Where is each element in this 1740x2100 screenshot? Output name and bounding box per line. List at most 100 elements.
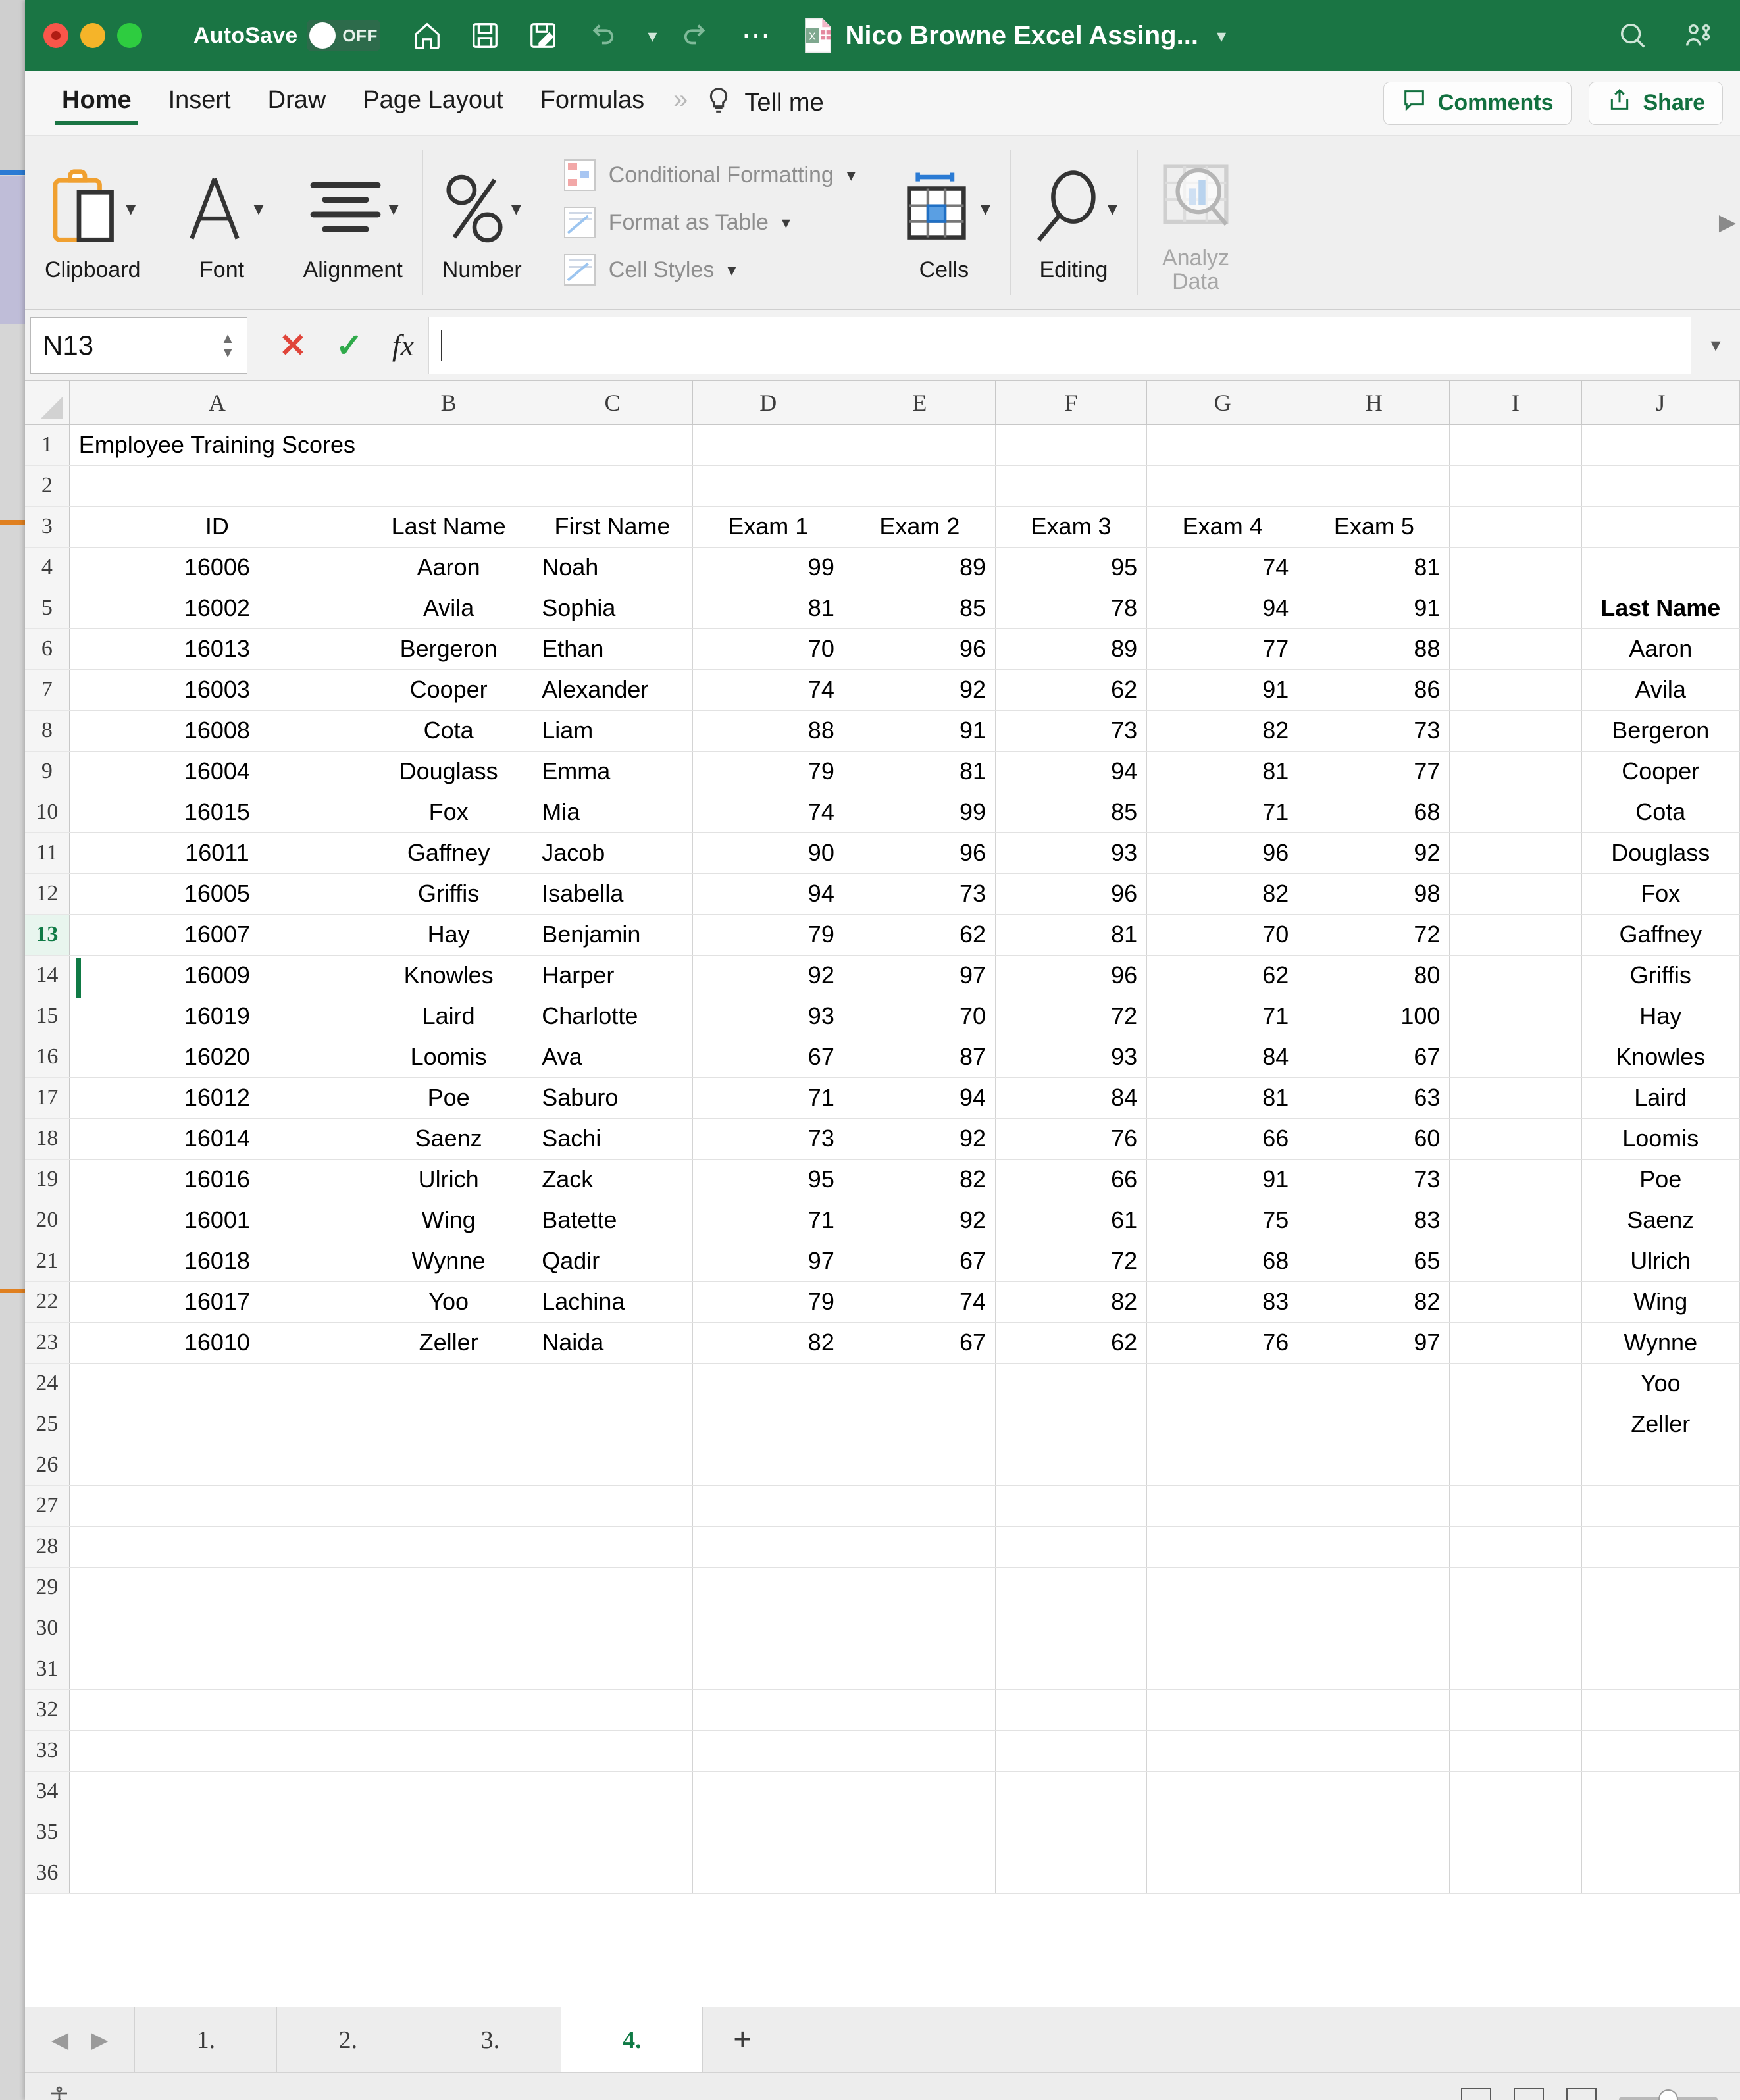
- cell-H8[interactable]: 73: [1298, 710, 1450, 752]
- document-title-chevron-down-icon[interactable]: ▾: [1217, 25, 1226, 47]
- page-break-view-icon[interactable]: [1566, 2087, 1597, 2100]
- cell-F25[interactable]: [995, 1404, 1148, 1445]
- cell-B17[interactable]: Poe: [365, 1077, 533, 1119]
- cell-A31[interactable]: [69, 1649, 366, 1690]
- cell-D10[interactable]: 74: [692, 792, 844, 833]
- cell-J1[interactable]: [1581, 424, 1740, 466]
- cell-J2[interactable]: [1581, 465, 1740, 507]
- sheet-tab-1[interactable]: 1.: [134, 2007, 276, 2072]
- ribbon-group-number[interactable]: ▾ Number: [422, 136, 542, 309]
- cell-F28[interactable]: [995, 1526, 1148, 1568]
- formula-bar-expand-icon[interactable]: ▾: [1691, 310, 1740, 380]
- cell-F9[interactable]: 94: [995, 751, 1148, 792]
- cell-I28[interactable]: [1449, 1526, 1582, 1568]
- cell-G17[interactable]: 81: [1146, 1077, 1299, 1119]
- cell-B12[interactable]: Griffis: [365, 873, 533, 915]
- cell-H10[interactable]: 68: [1298, 792, 1450, 833]
- row-header-13[interactable]: 13: [25, 914, 70, 956]
- cell-I5[interactable]: [1449, 588, 1582, 629]
- cell-D8[interactable]: 88: [692, 710, 844, 752]
- cell-D14[interactable]: 92: [692, 955, 844, 996]
- cell-C20[interactable]: Batette: [532, 1200, 693, 1241]
- cell-E21[interactable]: 67: [844, 1241, 996, 1282]
- cell-D7[interactable]: 74: [692, 669, 844, 711]
- column-header-b[interactable]: B: [365, 381, 533, 425]
- row-header-18[interactable]: 18: [25, 1118, 70, 1160]
- cell-G36[interactable]: [1146, 1853, 1299, 1894]
- cell-G15[interactable]: 71: [1146, 996, 1299, 1037]
- cell-J7[interactable]: Avila: [1581, 669, 1740, 711]
- cell-F33[interactable]: [995, 1730, 1148, 1772]
- cell-styles-chevron-down-icon[interactable]: ▾: [727, 260, 736, 280]
- cell-C13[interactable]: Benjamin: [532, 914, 693, 956]
- cell-F24[interactable]: [995, 1363, 1148, 1404]
- cell-styles-button[interactable]: Cell Styles ▾: [563, 254, 856, 286]
- cell-C33[interactable]: [532, 1730, 693, 1772]
- cell-E11[interactable]: 96: [844, 832, 996, 874]
- clipboard-chevron-down-icon[interactable]: ▾: [126, 197, 136, 220]
- cell-G21[interactable]: 68: [1146, 1241, 1299, 1282]
- cell-I7[interactable]: [1449, 669, 1582, 711]
- share-button[interactable]: Share: [1588, 81, 1723, 125]
- cell-E30[interactable]: [844, 1608, 996, 1649]
- cell-G4[interactable]: 74: [1146, 547, 1299, 588]
- column-header-c[interactable]: C: [532, 381, 693, 425]
- cell-J36[interactable]: [1581, 1853, 1740, 1894]
- cell-A17[interactable]: 16012: [69, 1077, 366, 1119]
- cell-C23[interactable]: Naida: [532, 1322, 693, 1364]
- cell-E14[interactable]: 97: [844, 955, 996, 996]
- cell-H31[interactable]: [1298, 1649, 1450, 1690]
- cell-A7[interactable]: 16003: [69, 669, 366, 711]
- ribbon-group-analyze-data[interactable]: Analyz Data: [1137, 136, 1254, 309]
- cell-C22[interactable]: Lachina: [532, 1281, 693, 1323]
- cell-I17[interactable]: [1449, 1077, 1582, 1119]
- tab-formulas[interactable]: Formulas: [522, 82, 663, 124]
- cell-C27[interactable]: [532, 1485, 693, 1527]
- cell-B21[interactable]: Wynne: [365, 1241, 533, 1282]
- cell-I16[interactable]: [1449, 1037, 1582, 1078]
- home-icon[interactable]: [409, 18, 445, 53]
- cell-G25[interactable]: [1146, 1404, 1299, 1445]
- cell-B6[interactable]: Bergeron: [365, 628, 533, 670]
- cell-D1[interactable]: [692, 424, 844, 466]
- cell-C26[interactable]: [532, 1445, 693, 1486]
- cell-I10[interactable]: [1449, 792, 1582, 833]
- cell-D29[interactable]: [692, 1567, 844, 1608]
- cell-I3[interactable]: [1449, 506, 1582, 548]
- cell-J23[interactable]: Wynne: [1581, 1322, 1740, 1364]
- cell-B24[interactable]: [365, 1363, 533, 1404]
- cell-G18[interactable]: 66: [1146, 1118, 1299, 1160]
- cell-H35[interactable]: [1298, 1812, 1450, 1853]
- cell-J15[interactable]: Hay: [1581, 996, 1740, 1037]
- row-header-4[interactable]: 4: [25, 547, 70, 588]
- cell-I31[interactable]: [1449, 1649, 1582, 1690]
- cell-G29[interactable]: [1146, 1567, 1299, 1608]
- cell-B25[interactable]: [365, 1404, 533, 1445]
- cell-B33[interactable]: [365, 1730, 533, 1772]
- cell-B9[interactable]: Douglass: [365, 751, 533, 792]
- cell-E33[interactable]: [844, 1730, 996, 1772]
- document-title[interactable]: Nico Browne Excel Assing...: [845, 21, 1198, 51]
- row-header-28[interactable]: 28: [25, 1526, 70, 1568]
- cell-E1[interactable]: [844, 424, 996, 466]
- cell-G8[interactable]: 82: [1146, 710, 1299, 752]
- row-header-10[interactable]: 10: [25, 792, 70, 833]
- column-header-a[interactable]: A: [69, 381, 366, 425]
- cell-H28[interactable]: [1298, 1526, 1450, 1568]
- cell-C12[interactable]: Isabella: [532, 873, 693, 915]
- cell-A8[interactable]: 16008: [69, 710, 366, 752]
- undo-icon[interactable]: [583, 18, 619, 53]
- cell-F17[interactable]: 84: [995, 1077, 1148, 1119]
- sheet-tab-3[interactable]: 3.: [419, 2007, 561, 2072]
- row-header-22[interactable]: 22: [25, 1281, 70, 1323]
- cell-A24[interactable]: [69, 1363, 366, 1404]
- cell-G22[interactable]: 83: [1146, 1281, 1299, 1323]
- row-header-2[interactable]: 2: [25, 465, 70, 507]
- cell-F10[interactable]: 85: [995, 792, 1148, 833]
- cell-J13[interactable]: Gaffney: [1581, 914, 1740, 956]
- cell-H6[interactable]: 88: [1298, 628, 1450, 670]
- cell-J28[interactable]: [1581, 1526, 1740, 1568]
- cell-I6[interactable]: [1449, 628, 1582, 670]
- cell-G1[interactable]: [1146, 424, 1299, 466]
- font-chevron-down-icon[interactable]: ▾: [254, 197, 264, 220]
